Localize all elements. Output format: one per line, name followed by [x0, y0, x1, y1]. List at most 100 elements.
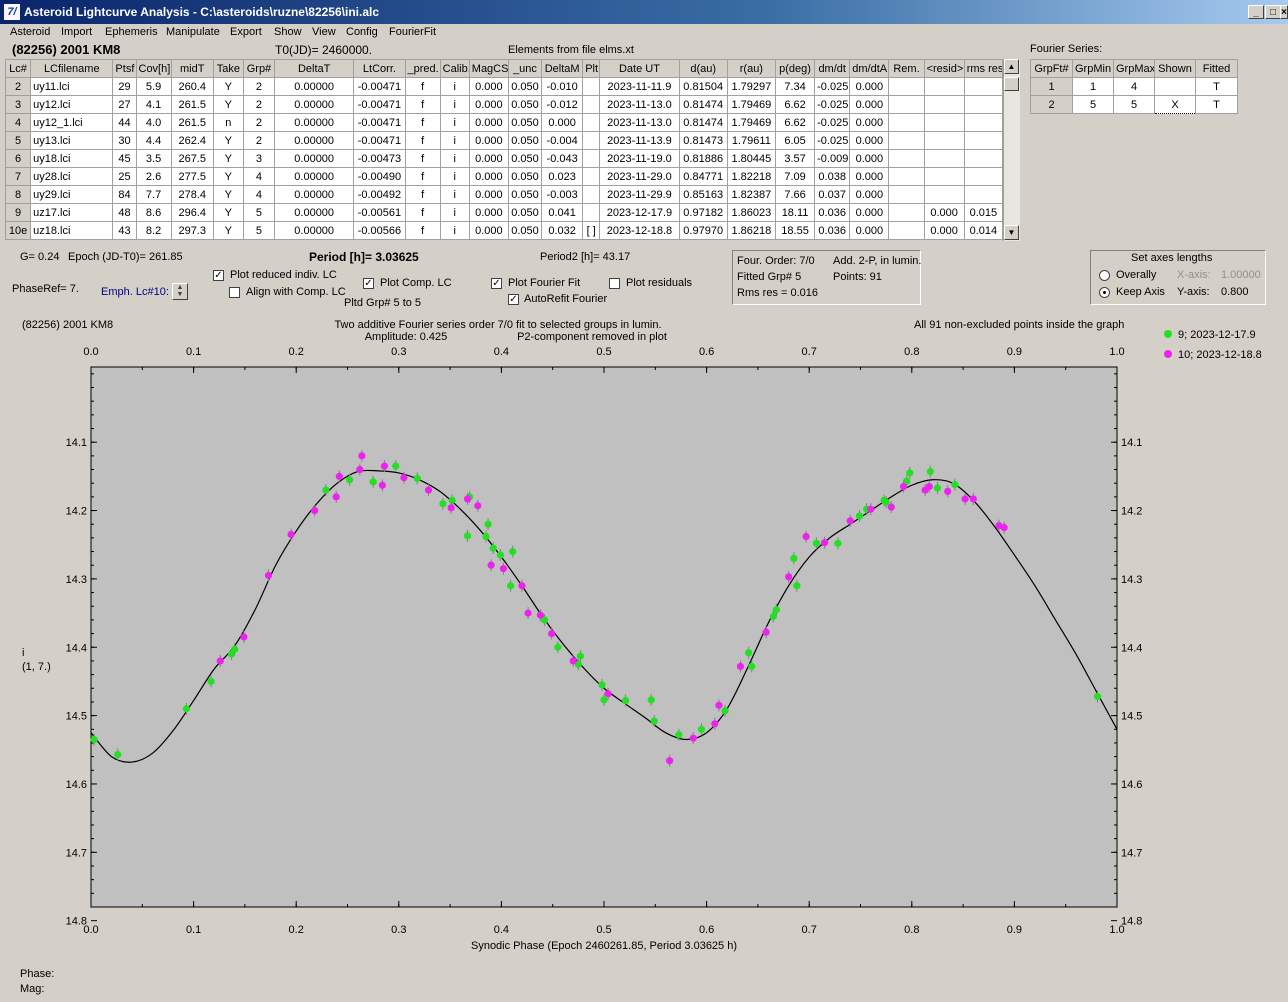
table-cell[interactable]: 0.041 [541, 203, 584, 222]
table-cell[interactable]: uz17.lci [30, 203, 114, 222]
data-point-series-2[interactable] [524, 609, 532, 617]
table-cell[interactable] [582, 167, 601, 186]
table-cell[interactable]: f [404, 167, 441, 186]
table-cell[interactable]: 3.57 [774, 149, 816, 168]
table-cell[interactable]: 0.000 [923, 221, 965, 240]
table-cell[interactable]: -0.003 [541, 185, 584, 204]
menu-view[interactable]: View [312, 26, 336, 38]
table-cell[interactable]: 2023-11-13.9 [599, 131, 680, 150]
table-cell[interactable]: 0.023 [541, 167, 584, 186]
data-point-series-1[interactable] [507, 582, 515, 590]
table-cell[interactable]: 6.05 [774, 131, 816, 150]
data-point-series-2[interactable] [736, 662, 745, 670]
data-point-series-2[interactable] [378, 481, 386, 489]
table-cell[interactable]: f [404, 113, 441, 132]
row-header[interactable]: 5 [4, 131, 32, 150]
table-cell[interactable]: uy12_1.lci [30, 113, 114, 132]
data-point-series-1[interactable] [647, 696, 655, 704]
table-row[interactable]: 5 uy13.lci 30 4.4 262.4 Y 2 0.00000 -0.00471 f i 0.… [4, 131, 1004, 150]
table-cell[interactable]: 0.050 [507, 77, 543, 96]
table-cell[interactable]: 0.015 [963, 203, 1004, 222]
table-cell[interactable]: 0.97970 [678, 221, 728, 240]
lc-column-header[interactable]: Grp# [242, 59, 276, 78]
table-cell[interactable]: uy29.lci [30, 185, 114, 204]
data-point-series-1[interactable] [600, 696, 608, 704]
table-cell[interactable]: 2023-11-13.0 [599, 95, 680, 114]
table-cell[interactable]: 4 [1113, 77, 1155, 96]
table-cell[interactable]: 27 [112, 95, 137, 114]
table-cell[interactable]: -0.00492 [353, 185, 406, 204]
table-cell[interactable]: 0.000 [468, 131, 509, 150]
data-point-series-1[interactable] [834, 539, 842, 547]
table-cell[interactable]: 262.4 [170, 131, 214, 150]
data-point-series-2[interactable] [689, 734, 697, 742]
table-cell[interactable]: T [1195, 95, 1238, 114]
table-cell[interactable]: 1.80445 [726, 149, 776, 168]
data-point-series-2[interactable] [335, 472, 343, 480]
table-cell[interactable]: 297.3 [170, 221, 214, 240]
menu-import[interactable]: Import [61, 26, 92, 38]
lc-column-header[interactable]: dm/dtA [849, 59, 890, 78]
data-point-series-1[interactable] [439, 500, 447, 508]
data-point-series-2[interactable] [518, 582, 526, 590]
data-point-series-2[interactable] [287, 530, 295, 539]
table-cell[interactable] [582, 131, 601, 150]
row-header[interactable]: 2 [1030, 95, 1073, 114]
table-cell[interactable]: f [404, 203, 441, 222]
table-cell[interactable]: 0.000 [849, 167, 890, 186]
table-cell[interactable] [582, 185, 601, 204]
data-point-series-2[interactable] [424, 486, 433, 494]
table-cell[interactable]: 1.79297 [726, 77, 776, 96]
table-cell[interactable]: 4.4 [135, 131, 172, 150]
data-point-series-1[interactable] [90, 735, 98, 744]
table-cell[interactable] [888, 95, 925, 114]
row-header[interactable]: 4 [4, 113, 32, 132]
data-point-series-1[interactable] [598, 681, 606, 689]
table-cell[interactable]: 0.050 [507, 221, 543, 240]
table-cell[interactable]: 0.00000 [274, 113, 355, 132]
data-point-series-1[interactable] [926, 467, 934, 476]
table-cell[interactable]: f [404, 149, 441, 168]
data-point-series-1[interactable] [182, 705, 191, 713]
data-point-series-1[interactable] [369, 478, 377, 486]
data-point-series-1[interactable] [448, 496, 456, 504]
table-cell[interactable]: uy18.lci [30, 149, 114, 168]
table-cell[interactable]: 0.000 [468, 221, 509, 240]
table-cell[interactable]: 2023-11-19.0 [599, 149, 680, 168]
lc-column-header[interactable]: LCfilename [30, 59, 114, 78]
data-point-series-1[interactable] [748, 662, 756, 670]
lc-column-header[interactable]: Rem. [888, 59, 925, 78]
table-cell[interactable]: 0.000 [849, 131, 890, 150]
lc-column-header[interactable]: Plt [582, 59, 601, 78]
lc-column-header[interactable]: Calib. [439, 59, 470, 78]
lc-column-header[interactable]: dm/dt [814, 59, 851, 78]
table-cell[interactable]: Y [212, 77, 244, 96]
table-cell[interactable]: 261.5 [170, 95, 214, 114]
table-cell[interactable]: 0.000 [468, 77, 509, 96]
table-cell[interactable]: 1.86023 [726, 203, 776, 222]
data-point-series-2[interactable] [332, 493, 340, 501]
table-cell[interactable] [963, 131, 1004, 150]
data-point-series-2[interactable] [785, 573, 793, 581]
table-cell[interactable] [923, 95, 965, 114]
table-cell[interactable]: 1 [1072, 77, 1114, 96]
table-row[interactable]: 6 uy18.lci 45 3.5 267.5 Y 3 0.00000 -0.00473 f i 0.… [4, 149, 1004, 168]
table-cell[interactable]: 4 [242, 185, 276, 204]
table-cell[interactable]: Y [212, 95, 244, 114]
lc-column-header[interactable]: p(deg) [774, 59, 816, 78]
table-cell[interactable]: 29 [112, 77, 137, 96]
table-cell[interactable]: i [439, 95, 470, 114]
data-point-series-2[interactable] [925, 483, 933, 491]
table-cell[interactable]: 3.5 [135, 149, 172, 168]
data-point-series-1[interactable] [413, 474, 421, 483]
data-point-series-1[interactable] [790, 554, 798, 562]
menu-config[interactable]: Config [346, 26, 378, 38]
data-point-series-2[interactable] [899, 483, 908, 491]
table-cell[interactable]: 0.000 [849, 77, 890, 96]
table-cell[interactable] [888, 149, 925, 168]
table-cell[interactable]: 2023-12-18.8 [599, 221, 680, 240]
plot-reduced-checkbox[interactable]: ✓ [213, 270, 224, 281]
table-cell[interactable]: 0.00000 [274, 77, 355, 96]
table-row[interactable]: 9 uz17.lci 48 8.6 296.4 Y 5 0.00000 -0.00561 f i 0.… [4, 203, 1004, 222]
menu-ephemeris[interactable]: Ephemeris [105, 26, 158, 38]
